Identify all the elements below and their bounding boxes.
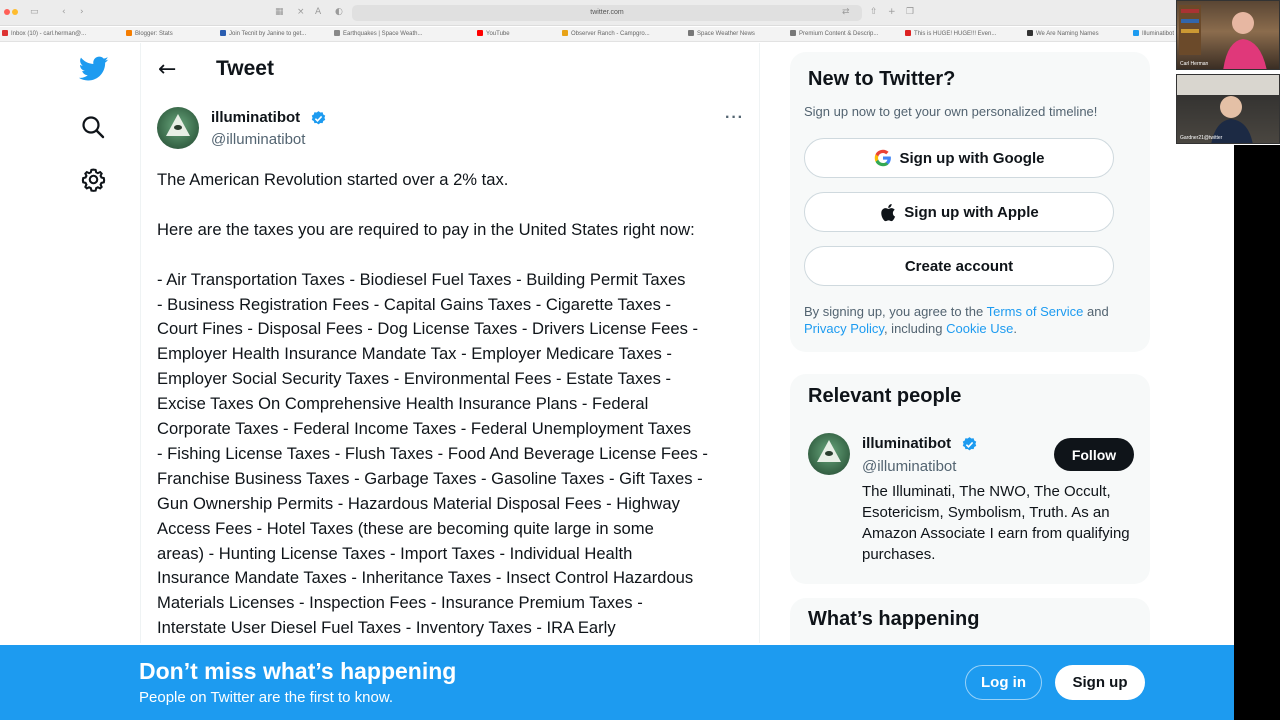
privacy-shield-icon[interactable]: ◐ [335,7,343,17]
bookmark-item[interactable]: Observer Ranch - Campgro... [562,30,650,37]
tab-overview-icon[interactable]: ▦ [275,7,284,17]
bookmark-label: YouTube [486,31,510,37]
settings-gear-icon[interactable] [81,167,106,192]
author-handle[interactable]: @illuminatibot [211,131,305,148]
banner-title: Don’t miss what’s happening [139,658,457,684]
whats-happening-title: What’s happening [808,608,980,630]
privacy-link[interactable]: Privacy Policy [804,321,884,336]
legal-text: , including [883,321,947,336]
bookmark-label: Space Weather News [697,31,755,37]
bookmarks-bar: Inbox (10) - carl.herman@... Blogger: St… [0,27,1176,42]
participant-video-icon [1179,5,1267,69]
relevant-people-title: Relevant people [808,385,962,407]
signup-legal-text: By signing up, you agree to the Terms of… [804,303,1134,337]
tweet-paragraph: Here are the taxes you are required to p… [157,219,695,239]
signup-button[interactable]: Sign up [1055,665,1145,700]
new-tab-icon[interactable]: + [888,7,896,17]
tweet-paragraph: The American Revolution started over a 2… [157,170,509,189]
twitter-logo-icon[interactable] [79,56,109,82]
signup-banner: Don’t miss what’s happening People on Tw… [0,645,1234,720]
minimize-window-icon[interactable] [12,9,18,15]
bookmark-item[interactable]: We Are Naming Names [1027,30,1099,37]
more-options-icon[interactable]: ··· [725,109,744,127]
bookmark-label: Blogger: Stats [135,31,173,37]
bookmark-label: Premium Content & Descrip... [799,31,879,37]
bookmark-label: Join Tecnit by Janine to get... [229,31,307,37]
relevant-person-bio: The Illuminati, The NWO, The Occult, Eso… [862,483,1130,563]
reader-icon[interactable]: A [315,7,321,17]
participant-video-icon [1177,75,1279,143]
verified-badge-icon [962,437,977,451]
banner-subtitle: People on Twitter are the first to know. [139,689,394,706]
bookmark-item[interactable]: Premium Content & Descrip... [790,30,878,37]
relevant-person-avatar[interactable] [808,433,850,475]
login-label: Log in [981,674,1026,691]
terms-link[interactable]: Terms of Service [987,304,1084,319]
bookmark-label: We Are Naming Names [1036,31,1099,37]
relevant-person-name[interactable]: illuminatibot [862,435,951,452]
legal-text: and [1083,304,1109,319]
tweet-paragraph: - Air Transportation Taxes - Biodiesel F… [157,269,708,638]
bookmark-label: Illuminatibot [1142,31,1175,37]
author-avatar[interactable] [157,107,199,149]
signup-card-subtitle: Sign up now to get your own personalized… [804,104,1098,119]
video-tile-1[interactable]: Carl Herman [1176,0,1280,70]
bookmark-item[interactable]: Inbox (10) - carl.herman@... [2,30,86,37]
follow-label: Follow [1071,446,1117,463]
cookie-link[interactable]: Cookie Use [946,321,1013,336]
follow-button[interactable]: Follow [1054,438,1134,471]
main-column: ← Tweet illuminatibot @illuminatibot ···… [140,43,760,643]
back-arrow-icon[interactable]: ← [158,57,176,82]
address-bar[interactable]: twitter.com [352,5,862,21]
app-root: ▭ ‹ › ▦ × A ◐ twitter.com ⇄ ⇧ + ❐ Inbox … [0,0,1280,720]
tab-windows-icon[interactable]: ❐ [906,7,914,17]
translate-icon[interactable]: ⇄ [842,7,850,17]
author-name[interactable]: illuminatibot [211,109,300,126]
video-tile-2[interactable]: Gardner21@twitter [1176,74,1280,144]
close-tab-icon[interactable]: × [297,7,305,17]
bookmark-label: This is HUGE! HUGE!!! Even... [914,31,997,37]
bookmark-item[interactable]: Space Weather News [688,30,755,37]
bookmark-item[interactable]: YouTube [477,30,510,37]
signup-label: Sign up [1072,674,1128,691]
share-icon[interactable]: ⇧ [870,7,878,17]
apple-logo-icon [881,203,896,221]
bookmark-item[interactable]: Earthquakes | Space Weath... [334,30,423,37]
relevant-person-handle[interactable]: @illuminatibot [862,458,956,475]
signup-apple-button[interactable]: Sign up with Apple [804,192,1114,232]
login-button[interactable]: Log in [965,665,1042,700]
participant-name: Carl Herman [1180,61,1209,67]
participant-name: Gardner21@twitter [1180,135,1223,141]
close-window-icon[interactable] [4,9,10,15]
browser-toolbar: ▭ ‹ › ▦ × A ◐ twitter.com ⇄ ⇧ + ❐ [0,0,1176,26]
signup-apple-label: Sign up with Apple [904,203,1039,221]
page-title: Tweet [216,57,274,80]
back-nav-icon[interactable]: ‹ [62,7,66,17]
bookmark-item[interactable]: Join Tecnit by Janine to get... [220,30,306,37]
bookmark-label: Observer Ranch - Campgro... [571,31,650,37]
sidebar-toggle-icon[interactable]: ▭ [30,7,39,17]
google-logo-icon [874,149,891,167]
signup-google-button[interactable]: Sign up with Google [804,138,1114,178]
forward-nav-icon[interactable]: › [80,7,84,17]
create-account-button[interactable]: Create account [804,246,1114,286]
bookmark-label: Inbox (10) - carl.herman@... [11,31,87,37]
legal-text: By signing up, you agree to the [804,304,987,319]
video-call-strip [1234,145,1280,720]
bookmark-item[interactable]: This is HUGE! HUGE!!! Even... [905,30,996,37]
explore-search-icon[interactable] [81,115,105,139]
bookmark-item[interactable]: Blogger: Stats [126,30,173,37]
legal-text: . [1013,321,1017,336]
address-bar-url: twitter.com [590,9,624,16]
tweet-body: The American Revolution started over a 2… [157,168,749,641]
signup-card-title: New to Twitter? [808,68,956,90]
verified-badge-icon [311,111,326,125]
bookmark-label: Earthquakes | Space Weath... [343,31,423,37]
bookmark-item[interactable]: Illuminatibot [1133,30,1174,37]
create-account-label: Create account [904,257,1014,275]
signup-google-label: Sign up with Google [899,149,1045,167]
